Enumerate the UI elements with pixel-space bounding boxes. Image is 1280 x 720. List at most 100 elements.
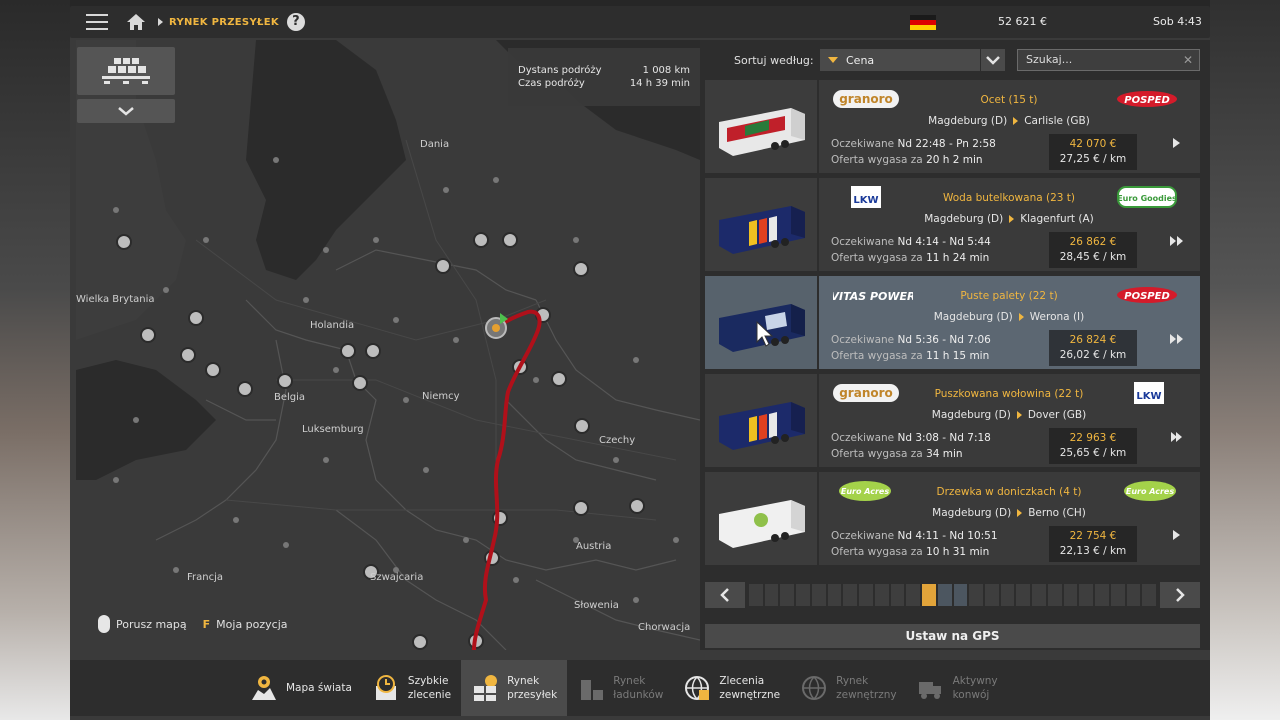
map-layers-button[interactable] [77,47,175,95]
expected-value: Nd 22:48 - Pn 2:58 [897,138,996,150]
page-dot[interactable] [1000,584,1015,606]
page-dot[interactable] [1032,584,1046,606]
page-dot[interactable] [890,584,905,606]
sort-dropdown-button[interactable] [981,49,1005,71]
page-dot[interactable] [1016,584,1031,606]
expected-time: Oczekiwane Nd 4:11 - Nd 10:51 [831,530,998,542]
route-arrow-icon [1017,509,1023,517]
expiry-label: Oferta wygasa za [831,546,923,558]
my-position-hint[interactable]: Moja pozycja [216,618,287,631]
origin: Magdeburg (D) [933,311,1013,323]
page-dot[interactable] [796,584,810,606]
cargo-name: Puszkowana wołowina (22 t) [934,388,1084,400]
page-dot[interactable] [859,584,873,606]
offer-row[interactable]: granoro POSPED Ocet (15 t) Magdeburg (D)… [705,80,1200,173]
nav-external-label-1: Zlecenia [719,675,765,687]
offer-row[interactable]: Euro Acres Euro Acres Drzewka w doniczka… [705,472,1200,565]
world-map-icon [252,676,276,700]
expiry-value: 10 h 31 min [926,546,990,558]
chevron-right-icon [1176,588,1185,602]
clear-search-icon[interactable]: ✕ [1183,50,1193,70]
page-dot[interactable] [780,584,795,606]
page-dot[interactable] [1110,584,1125,606]
search-input[interactable]: Szukaj... ✕ [1017,49,1200,71]
nav-world-map[interactable]: Mapa świata [240,660,362,716]
breadcrumb-arrow-icon [158,18,163,26]
page-dot[interactable] [953,584,968,606]
search-placeholder: Szukaj... [1026,53,1073,66]
client-logo: POSPED [1117,287,1177,303]
help-icon[interactable]: ? [286,13,305,31]
page-dot[interactable] [985,584,999,606]
nav-external-market[interactable]: Rynek zewnętrzny [790,660,907,716]
page-dot[interactable] [969,584,984,606]
expected-label: Oczekiwane [831,138,895,150]
destination: Dover (GB) [1027,409,1087,421]
svg-text:LKW: LKW [1136,391,1161,402]
page-dot[interactable] [1047,584,1062,606]
map-label-francja: Francja [187,572,224,583]
cargo-name: Drzewka w doniczkach (4 t) [936,486,1082,498]
set-gps-button[interactable]: Ustaw na GPS [705,624,1200,648]
move-map-hint: Porusz mapą [116,617,187,631]
route: Magdeburg (D) Werona (I) [879,311,1139,323]
page-dot-active[interactable] [922,584,936,606]
background-right [1210,0,1280,720]
money-balance: 52 621 € [998,15,1047,28]
game-time: Sob 4:43 [1153,15,1202,28]
page-dot[interactable] [764,584,779,606]
nav-active-label-1: Aktywny [952,675,998,687]
globe-icon [802,676,827,700]
price-box: 26 824 € 26,02 € / km [1049,330,1137,366]
nav-freight-label-2: przesyłek [507,689,558,701]
nav-cargo-market[interactable]: Rynek ładunków [567,660,673,716]
page-dot[interactable] [874,584,889,606]
trip-distance-label: Dystans podróży [518,65,602,76]
sort-select[interactable]: Cena [820,49,980,71]
offer-row[interactable]: LKW Euro Goodies Woda butelkowana (23 t)… [705,178,1200,271]
cargo-name: Ocet (15 t) [980,94,1038,106]
page-dot[interactable] [811,584,826,606]
page-dot[interactable] [827,584,842,606]
expected-time: Oczekiwane Nd 22:48 - Pn 2:58 [831,138,996,150]
chevron-left-icon [720,588,729,602]
menu-icon[interactable] [86,14,108,30]
nav-quick-job-label-1: Szybkie [407,675,449,687]
nav-freight-label-1: Rynek [507,675,540,687]
price: 22 963 € [1069,432,1117,444]
expiry-value: 20 h 2 min [926,154,983,166]
route-map[interactable]: Dystans podróży 1 008 km Czas podróży 14… [76,40,700,650]
prev-page-button[interactable] [705,582,745,608]
nav-active-convoy[interactable]: Aktywny konwój [907,660,1008,716]
sort-label: Sortuj według: [734,54,814,67]
destination: Klagenfurt (A) [1020,213,1094,225]
page-dot[interactable] [1063,584,1078,606]
offer-row-selected[interactable]: VITAS POWER POSPED Puste palety (22 t) M… [705,276,1200,369]
page-dot[interactable] [1126,584,1141,606]
page-dot[interactable] [937,584,952,606]
route: Magdeburg (D) Dover (GB) [879,409,1139,421]
next-page-button[interactable] [1160,582,1200,608]
price-box: 42 070 € 27,25 € / km [1049,134,1137,170]
home-icon[interactable] [126,13,146,31]
expiry-value: 11 h 15 min [926,350,990,362]
map-canvas [76,40,700,650]
expiry-label: Oferta wygasa za [831,350,923,362]
map-expand-button[interactable] [77,99,175,123]
page-dot[interactable] [1142,584,1157,606]
nav-external-contracts[interactable]: Zlecenia zewnętrzne [673,660,790,716]
convoy-icon [918,682,941,699]
offer-row[interactable]: granoro LKW Puszkowana wołowina (22 t) M… [705,374,1200,467]
page-dot[interactable] [906,584,921,606]
page-dot[interactable] [843,584,858,606]
nav-quick-job[interactable]: Szybkie zlecenie [362,660,461,716]
nav-cargo-label-1: Rynek [613,675,646,687]
page-dot[interactable] [749,584,763,606]
page-dot[interactable] [1095,584,1109,606]
urgency-arrows-icon [1171,432,1182,442]
background-left [0,0,70,720]
nav-freight-market[interactable]: Rynek przesyłek [461,660,568,716]
client-logo: Euro Goodies [1117,186,1177,208]
trailer-thumbnail [705,80,817,173]
page-dot[interactable] [1079,584,1094,606]
